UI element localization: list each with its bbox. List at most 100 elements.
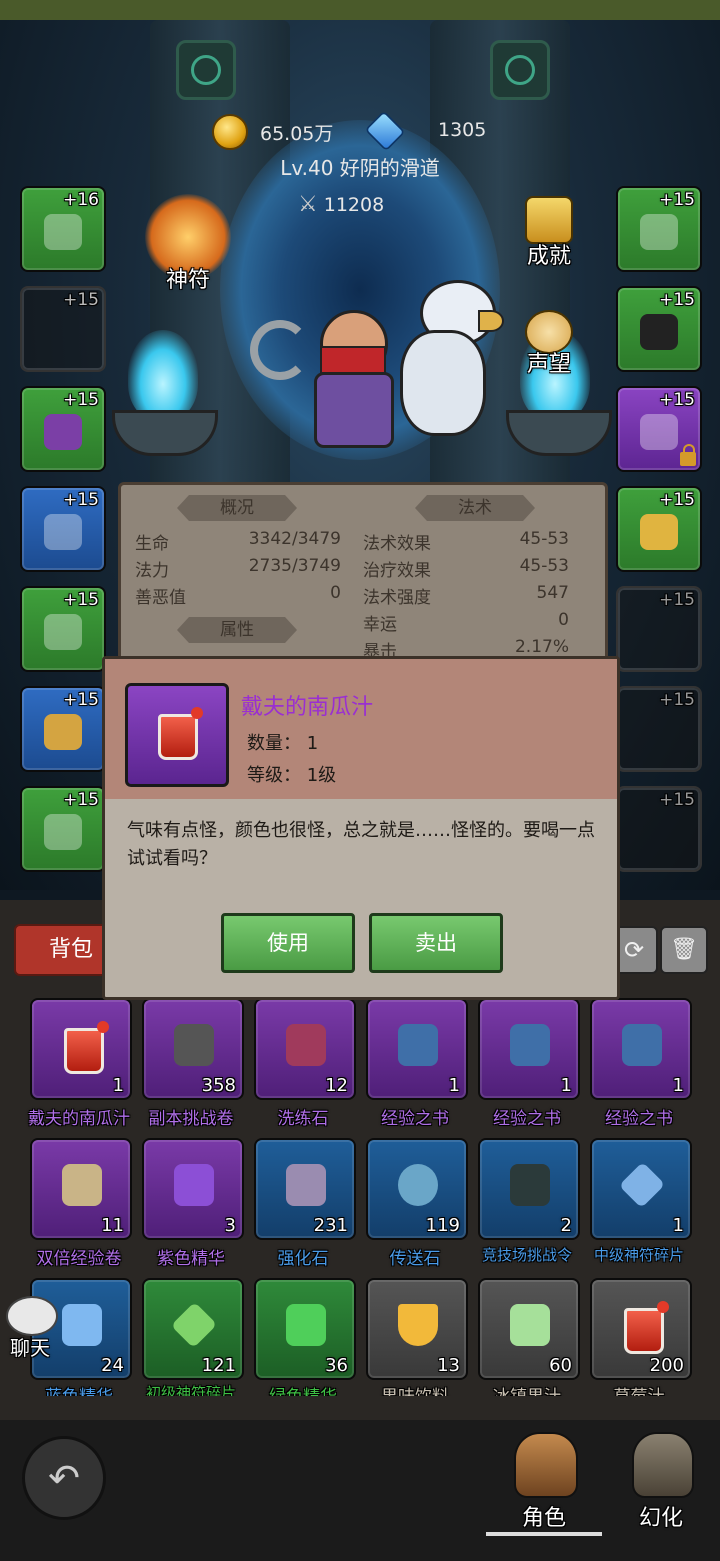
refine-stone-icon [286, 1024, 326, 1066]
back-button[interactable]: ↶ [22, 1436, 106, 1520]
nav-character[interactable]: 角色 [486, 1424, 602, 1536]
inventory-item[interactable]: 13 [366, 1278, 468, 1380]
item-name: 经验之书 [493, 1109, 561, 1129]
purple-essence-icon [174, 1164, 214, 1206]
enhance-level: +15 [63, 490, 99, 510]
equip-slot-necklace[interactable]: +15 [616, 586, 702, 672]
rune-fragment-icon [618, 1161, 666, 1209]
inventory-item[interactable]: 1 [366, 998, 468, 1100]
equip-slot-cloak[interactable]: +15 [20, 586, 106, 672]
stat-value: 547 [536, 583, 569, 603]
combat-power: ⚔ 11208 [298, 192, 384, 217]
item-count: 12 [325, 1075, 348, 1096]
blue-flame-left [128, 330, 198, 420]
stat-row-spell-power: 法术强度 547 [363, 583, 569, 608]
stat-value: 0 [330, 583, 341, 603]
item-name: 戴夫的南瓜汁 [28, 1109, 130, 1129]
inventory-item[interactable]: 200 [590, 1278, 692, 1380]
item-count: 24 [101, 1355, 124, 1376]
item-name: 强化石 [277, 1249, 329, 1269]
inventory-item[interactable]: 1 [478, 998, 580, 1100]
helmet-icon [44, 414, 82, 450]
diamond-icon [364, 110, 406, 152]
item-name: 竞技场挑战令 [481, 1246, 572, 1264]
item-name: 紫色精华 [157, 1249, 225, 1269]
item-count: 231 [313, 1215, 348, 1236]
inventory-item[interactable]: 1 [590, 998, 692, 1100]
bracer-icon [44, 714, 82, 750]
equip-slot-mount[interactable]: +15 [616, 686, 702, 772]
item-icon-frame [125, 683, 229, 787]
item-name: 冰镇果汁 [467, 1382, 587, 1396]
item-quantity: 数量： 1 [247, 733, 319, 754]
inventory-item[interactable]: 1 [590, 1138, 692, 1240]
stat-row-mp: 法力 2735/3749 [135, 556, 341, 581]
item-name: 戴夫的南瓜汁 [241, 695, 374, 720]
rune-button[interactable]: 神符 [138, 194, 238, 293]
exp-book-icon [622, 1024, 662, 1066]
back-arrow-icon: ↶ [48, 1456, 80, 1500]
exp-book-icon [510, 1024, 550, 1066]
equip-slot-pet[interactable]: +15 [616, 786, 702, 872]
crossed-swords-icon: ⚔ [298, 192, 318, 217]
gloves-icon [44, 814, 82, 850]
use-button[interactable]: 使用 [221, 913, 355, 973]
item-count: 121 [201, 1355, 236, 1376]
equip-slot-bracer[interactable]: +15 [20, 686, 106, 772]
lock-icon [680, 444, 696, 466]
inventory-item[interactable]: 119 [366, 1138, 468, 1240]
rune-label: 神符 [165, 268, 210, 293]
equip-slot-2[interactable]: +15 [20, 286, 106, 372]
inventory-item[interactable]: 231 [254, 1138, 356, 1240]
inventory-item[interactable]: 2 [478, 1138, 580, 1240]
item-name: 果味饮料 [355, 1382, 475, 1396]
enhance-level: +15 [659, 790, 695, 810]
juice-icon [64, 1021, 109, 1074]
stat-label: 幸运 [363, 615, 397, 635]
item-count: 36 [325, 1355, 348, 1376]
equip-slot-ring[interactable]: +15 [616, 486, 702, 572]
enhance-level: +15 [63, 690, 99, 710]
item-name: 双倍经验卷 [36, 1249, 122, 1269]
stat-value: 0 [558, 610, 569, 630]
cloak-icon [44, 614, 82, 650]
stat-row-hp: 生命 3342/3479 [135, 529, 341, 554]
trash-button[interactable]: 🗑 [660, 926, 708, 974]
equip-slot-weapon[interactable]: +16 [20, 186, 106, 272]
achievement-button[interactable]: 成就 [514, 196, 584, 270]
item-count: 119 [425, 1215, 460, 1236]
enhance-level: +15 [659, 490, 695, 510]
equip-slot-boots[interactable]: +15 [616, 386, 702, 472]
equip-slot-helmet[interactable]: +15 [20, 386, 106, 472]
inventory-item[interactable]: 36 [254, 1278, 356, 1380]
inventory-item[interactable]: 358 [142, 998, 244, 1100]
equip-slot-gloves[interactable]: +15 [20, 786, 106, 872]
item-name: 中级神符碎片 [593, 1246, 684, 1264]
stat-label: 治疗效果 [363, 561, 431, 581]
blue-essence-icon [62, 1304, 102, 1346]
stat-label: 生命 [135, 534, 169, 554]
item-count: 60 [549, 1355, 572, 1376]
gold-coin-icon [212, 114, 248, 150]
enhance-level: +15 [659, 190, 695, 210]
item-name: 传送石 [389, 1249, 441, 1269]
inventory-item[interactable]: 12 [254, 998, 356, 1100]
equip-slot-armor[interactable]: +15 [20, 486, 106, 572]
nav-transform[interactable]: 幻化 [606, 1424, 716, 1536]
reputation-button[interactable]: 声望 [514, 310, 584, 378]
enhance-level: +15 [63, 390, 99, 410]
ring-icon [640, 514, 678, 550]
equip-slot-pants[interactable]: +15 [616, 286, 702, 372]
inventory-item[interactable]: 121 [142, 1278, 244, 1380]
weapon-icon [44, 214, 82, 250]
inventory-item[interactable]: 60 [478, 1278, 580, 1380]
equip-slot-belt[interactable]: +15 [616, 186, 702, 272]
sell-button[interactable]: 卖出 [369, 913, 503, 973]
stat-label: 善恶值 [135, 588, 186, 608]
inventory-item[interactable]: 1 [30, 998, 132, 1100]
chat-button[interactable]: 聊天 [2, 1296, 58, 1366]
inventory-item[interactable]: 3 [142, 1138, 244, 1240]
inventory-item[interactable]: 11 [30, 1138, 132, 1240]
double-exp-scroll-icon [62, 1164, 102, 1206]
item-count: 358 [201, 1075, 236, 1096]
